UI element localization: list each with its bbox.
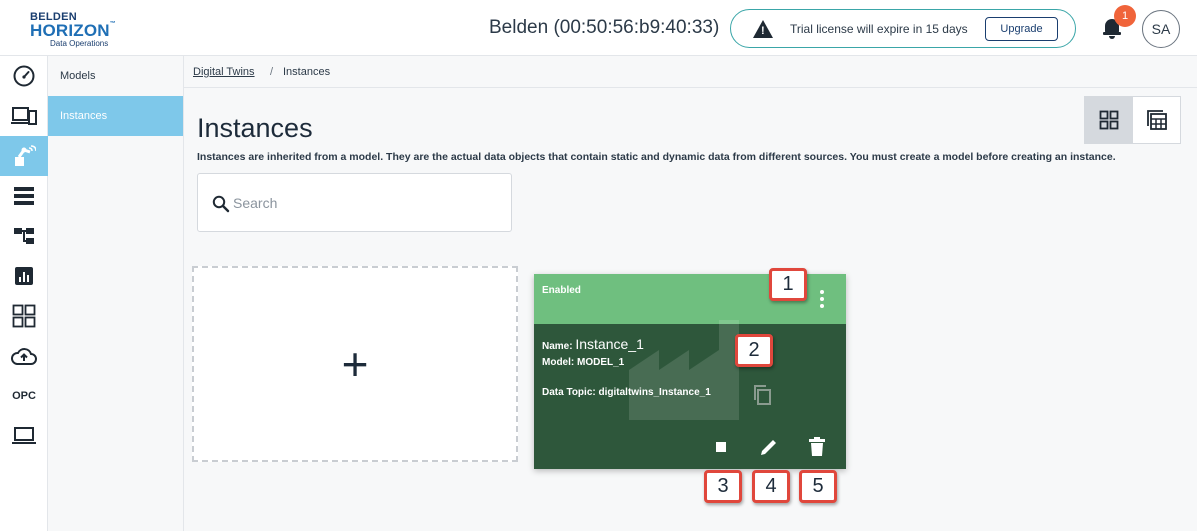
page-description: Instances are inherited from a model. Th… bbox=[197, 151, 1116, 163]
belden-horizon-logo[interactable]: BELDEN HORIZON™ Data Operations bbox=[28, 9, 128, 49]
flow-icon bbox=[14, 228, 34, 244]
rail-item-digital-twins[interactable] bbox=[0, 136, 48, 176]
more-vert-icon[interactable] bbox=[817, 290, 827, 308]
subnav-item-instances[interactable]: Instances bbox=[48, 96, 183, 136]
stop-icon bbox=[716, 442, 726, 452]
cloud-upload-icon bbox=[11, 348, 37, 365]
warning-icon: ! bbox=[753, 20, 773, 38]
name-label: Name: bbox=[542, 341, 573, 352]
add-instance-card[interactable]: + bbox=[192, 266, 518, 462]
license-message: Trial license will expire in 15 days bbox=[790, 22, 968, 36]
view-toggle bbox=[1084, 96, 1181, 144]
opc-label: OPC bbox=[12, 390, 36, 402]
instance-model-field: Model: MODEL_1 bbox=[542, 357, 624, 368]
callout-1: 1 bbox=[769, 268, 807, 301]
search-input[interactable] bbox=[233, 191, 493, 215]
icon-rail: OPC bbox=[0, 56, 48, 531]
device-title: Belden (00:50:56:b9:40:33) bbox=[489, 17, 720, 38]
rail-item-analytics[interactable] bbox=[0, 256, 48, 296]
search-box bbox=[197, 173, 512, 232]
grid-view-icon bbox=[1099, 110, 1119, 130]
dashboard-gauge-icon bbox=[13, 65, 35, 87]
rail-item-devices[interactable] bbox=[0, 96, 48, 136]
rail-item-laptop[interactable] bbox=[0, 416, 48, 456]
grid-view-button[interactable] bbox=[1085, 97, 1133, 143]
edit-icon bbox=[761, 440, 776, 455]
callout-2: 2 bbox=[735, 334, 773, 367]
upgrade-button[interactable]: Upgrade bbox=[985, 17, 1058, 41]
instance-name-field: Name: Instance_1 bbox=[542, 336, 644, 352]
apps-grid-icon bbox=[12, 304, 36, 328]
logo-trademark: ™ bbox=[109, 21, 116, 27]
analytics-icon bbox=[15, 267, 33, 285]
callout-3: 3 bbox=[704, 470, 742, 503]
breadcrumb-digital-twins[interactable]: Digital Twins bbox=[193, 66, 255, 78]
devices-icon bbox=[11, 107, 37, 125]
topic-label: Data Topic: bbox=[542, 387, 596, 398]
notification-badge[interactable]: 1 bbox=[1114, 5, 1136, 27]
stop-button[interactable] bbox=[710, 436, 732, 458]
license-banner: ! Trial license will expire in 15 days U… bbox=[730, 9, 1076, 48]
user-avatar[interactable]: SA bbox=[1142, 10, 1180, 48]
table-view-button[interactable] bbox=[1133, 97, 1181, 143]
logo-product-text: HORIZON bbox=[30, 21, 110, 40]
callout-5: 5 bbox=[799, 470, 837, 503]
instance-topic: digitaltwins_Instance_1 bbox=[598, 387, 711, 398]
factory-icon bbox=[629, 320, 739, 420]
top-header: BELDEN HORIZON™ Data Operations Belden (… bbox=[0, 0, 1197, 56]
instance-card[interactable]: Enabled Name: Instance_1 Model: MODEL_1 … bbox=[534, 274, 846, 469]
breadcrumb: Digital Twins / Instances bbox=[184, 56, 1197, 88]
instance-name: Instance_1 bbox=[575, 336, 644, 352]
instance-status: Enabled bbox=[542, 285, 581, 296]
instance-topic-field: Data Topic: digitaltwins_Instance_1 bbox=[542, 387, 711, 398]
table-view-icon bbox=[1147, 110, 1167, 130]
breadcrumb-separator: / bbox=[270, 66, 274, 78]
delete-button[interactable] bbox=[806, 436, 828, 458]
sub-navigation: Models Instances bbox=[48, 56, 184, 531]
list-icon bbox=[14, 187, 34, 205]
model-label: Model: bbox=[542, 357, 575, 368]
rail-item-flow[interactable] bbox=[0, 216, 48, 256]
rail-item-cloud-upload[interactable] bbox=[0, 336, 48, 376]
rail-item-opc[interactable]: OPC bbox=[0, 376, 48, 416]
search-icon bbox=[212, 195, 230, 213]
breadcrumb-current: Instances bbox=[283, 66, 331, 78]
laptop-icon bbox=[12, 427, 36, 444]
rail-item-list[interactable] bbox=[0, 176, 48, 216]
main-content: Digital Twins / Instances Instances Inst… bbox=[184, 56, 1197, 531]
instance-model: MODEL_1 bbox=[577, 357, 625, 368]
subnav-item-models[interactable]: Models bbox=[48, 56, 183, 96]
page-title: Instances bbox=[197, 113, 313, 143]
callout-4: 4 bbox=[752, 470, 790, 503]
edit-button[interactable] bbox=[758, 436, 780, 458]
digital-twins-icon bbox=[15, 145, 36, 166]
plus-icon: + bbox=[341, 338, 369, 390]
copy-icon[interactable] bbox=[752, 384, 772, 406]
rail-item-dashboard[interactable] bbox=[0, 56, 48, 96]
delete-icon bbox=[809, 437, 825, 456]
logo-product: HORIZON™ bbox=[30, 21, 116, 41]
rail-item-apps[interactable] bbox=[0, 296, 48, 336]
logo-tagline: Data Operations bbox=[50, 39, 109, 48]
